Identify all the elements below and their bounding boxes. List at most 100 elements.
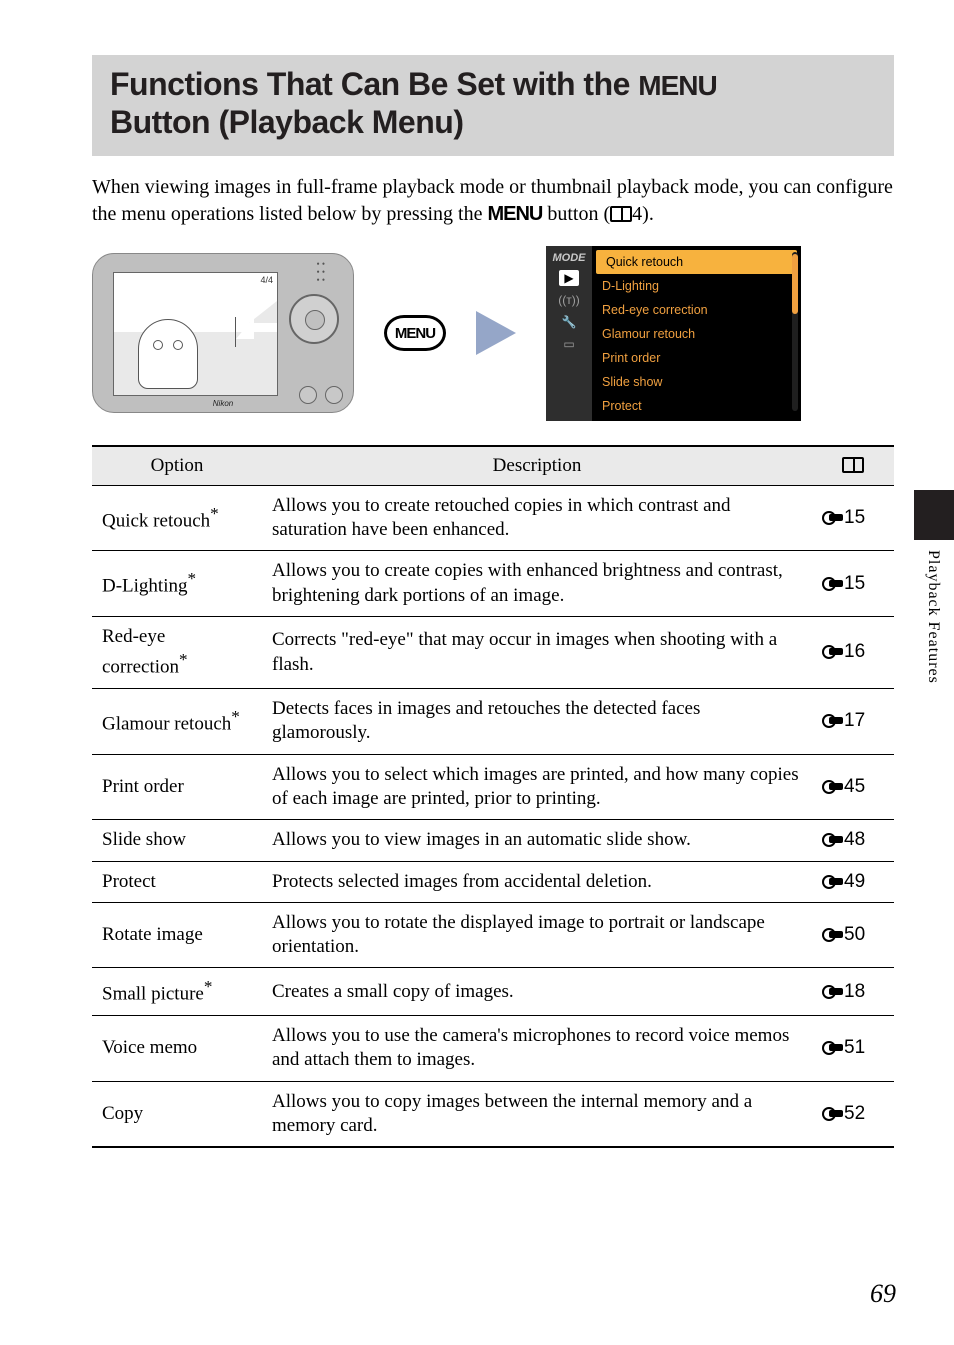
option-description: Allows you to create copies with enhance… [262,551,812,617]
reference-icon [822,780,844,794]
illustration-row: 4/4 Nikon MENU MODE ▶ ((ᴛ)) 🔧 ▭ Quick re… [92,246,894,421]
book-icon [610,206,632,222]
menu-glyph-title: MENU [638,70,716,101]
option-reference: 17 [812,688,894,754]
lcd-counter: 4/4 [260,275,273,285]
multi-selector-icon [289,294,339,344]
intro-part2: button ( [542,203,610,225]
option-reference: 45 [812,754,894,820]
intro-paragraph: When viewing images in full-frame playba… [92,174,894,228]
table-row: D-Lighting*Allows you to create copies w… [92,551,894,617]
arrow-right-icon [476,311,516,355]
menu-item: Protect [592,394,801,418]
menu-item: Print order [592,346,801,370]
option-name: Print order [92,754,262,820]
option-name: Red-eye correction* [92,617,262,689]
reference-icon [822,928,844,942]
menu-button-label: MENU [395,325,435,342]
menu-button-icon: MENU [384,315,446,351]
reference-icon [822,511,844,525]
option-name: Copy [92,1081,262,1147]
option-description: Allows you to copy images between the in… [262,1081,812,1147]
side-tab-label: Playback Features [914,540,952,694]
option-description: Allows you to view images in an automati… [262,820,812,861]
th-description: Description [262,446,812,486]
camera-back-illustration: 4/4 Nikon [92,253,354,413]
menu-preview: MODE ▶ ((ᴛ)) 🔧 ▭ Quick retouchD-Lighting… [546,246,801,421]
th-reference [812,446,894,486]
option-reference: 18 [812,968,894,1016]
option-description: Creates a small copy of images. [262,968,812,1016]
reference-icon [822,577,844,591]
table-row: Glamour retouch*Detects faces in images … [92,688,894,754]
intro-ref: 4 [632,203,642,225]
option-reference: 52 [812,1081,894,1147]
play-icon: ▶ [559,270,579,286]
table-row: Rotate imageAllows you to rotate the dis… [92,902,894,968]
page-number: 69 [870,1279,896,1309]
mode-label: MODE [553,252,586,264]
side-tab: Playback Features [914,490,954,750]
option-name: Slide show [92,820,262,861]
reference-icon [822,985,844,999]
table-row: Quick retouch*Allows you to create retou… [92,485,894,551]
table-row: Print orderAllows you to select which im… [92,754,894,820]
antenna-icon: ((ᴛ)) [559,292,579,308]
reference-icon [822,714,844,728]
options-table: Option Description Quick retouch*Allows … [92,445,894,1149]
intro-part3: ). [642,203,654,225]
camera-logo: Nikon [213,399,233,408]
option-reference: 49 [812,861,894,902]
intro-menu-glyph: MENU [487,203,542,225]
option-reference: 51 [812,1016,894,1082]
option-name: Protect [92,861,262,902]
option-name: Quick retouch* [92,485,262,551]
menu-item: D-Lighting [592,274,801,298]
th-option: Option [92,446,262,486]
reference-icon [822,645,844,659]
table-row: ProtectProtects selected images from acc… [92,861,894,902]
option-name: Voice memo [92,1016,262,1082]
table-row: Slide showAllows you to view images in a… [92,820,894,861]
camera-lcd: 4/4 [113,272,278,396]
option-name: D-Lighting* [92,551,262,617]
option-description: Allows you to use the camera's microphon… [262,1016,812,1082]
cam-button-2 [325,386,343,404]
option-description: Allows you to create retouched copies in… [262,485,812,551]
page-title: Functions That Can Be Set with the MENU … [110,65,876,142]
reference-icon [822,875,844,889]
title-line1: Functions That Can Be Set with the [110,66,638,102]
side-tab-marker [914,490,954,540]
table-row: Red-eye correction*Corrects "red-eye" th… [92,617,894,689]
menu-item: Quick retouch [596,250,797,274]
option-name: Glamour retouch* [92,688,262,754]
option-name: Small picture* [92,968,262,1016]
menu-item: Red-eye correction [592,298,801,322]
option-description: Allows you to rotate the displayed image… [262,902,812,968]
option-reference: 15 [812,485,894,551]
option-name: Rotate image [92,902,262,968]
option-description: Corrects "red-eye" that may occur in ima… [262,617,812,689]
option-reference: 16 [812,617,894,689]
table-row: CopyAllows you to copy images between th… [92,1081,894,1147]
cam-button-1 [299,386,317,404]
option-description: Allows you to select which images are pr… [262,754,812,820]
reference-icon [822,833,844,847]
reference-icon [822,1107,844,1121]
table-row: Small picture*Creates a small copy of im… [92,968,894,1016]
option-reference: 50 [812,902,894,968]
card-icon: ▭ [559,336,579,352]
reference-icon [822,1041,844,1055]
book-icon-header [842,457,864,473]
chapter-title-block: Functions That Can Be Set with the MENU … [92,55,894,156]
wrench-icon: 🔧 [559,314,579,330]
option-reference: 48 [812,820,894,861]
table-row: Voice memoAllows you to use the camera's… [92,1016,894,1082]
scrollbar [792,252,798,411]
option-description: Protects selected images from accidental… [262,861,812,902]
menu-item: Slide show [592,370,801,394]
title-line2: Button (Playback Menu) [110,104,463,140]
menu-item: Glamour retouch [592,322,801,346]
option-description: Detects faces in images and retouches th… [262,688,812,754]
option-reference: 15 [812,551,894,617]
